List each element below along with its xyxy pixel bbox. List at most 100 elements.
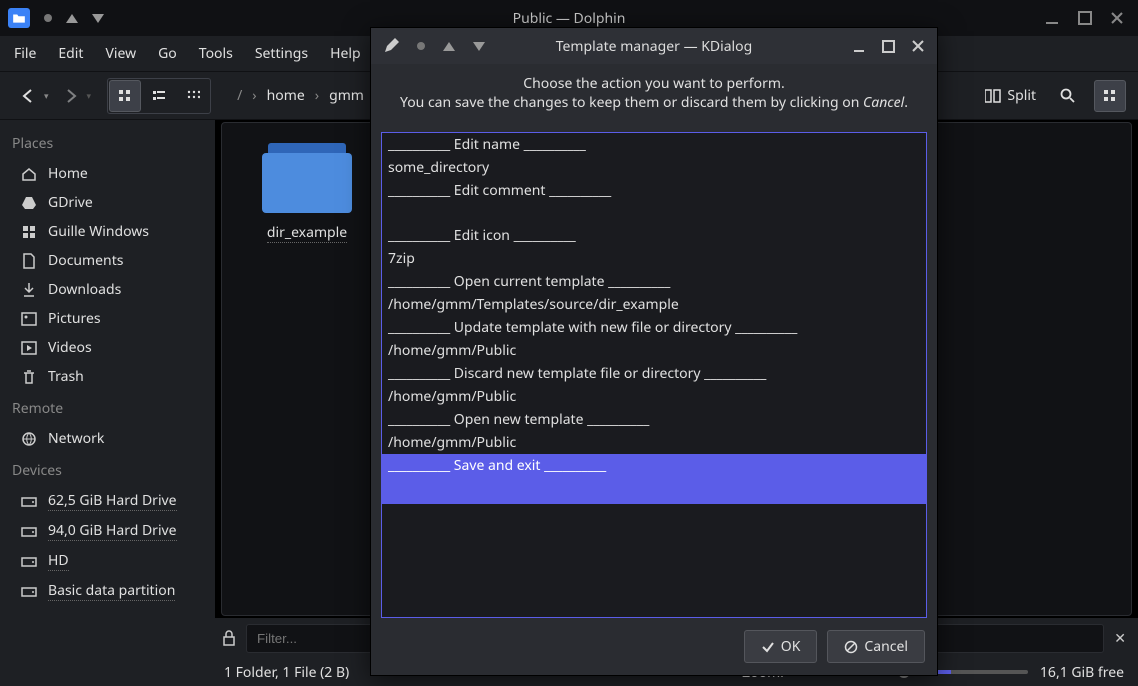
cancel-icon [844,640,858,654]
chevron-right-icon: › [315,86,319,105]
dialog-line1: Choose the action you want to perform. [383,74,925,93]
view-icons-button[interactable] [109,80,141,112]
sidebar-item-windows[interactable]: Guille Windows [0,217,215,246]
drive-icon [20,584,38,598]
list-item[interactable]: /home/gmm/Public [382,431,926,454]
filter-close-button[interactable]: ✕ [1114,629,1126,648]
forward-button[interactable] [55,80,87,112]
sidebar-item-videos[interactable]: Videos [0,333,215,362]
free-space: 16,1 GiB free [1040,663,1124,682]
dialog-buttons: OK Cancel [371,624,937,675]
dialog-close-icon[interactable] [911,39,925,53]
dialog-dot-icon[interactable] [417,42,425,50]
titlebar-down-icon[interactable] [92,14,104,23]
documents-icon [20,253,38,269]
dialog-title: Template manager — KDialog [556,37,753,56]
crumb-user[interactable]: gmm [329,86,364,105]
dialog-body: Choose the action you want to perform. Y… [371,64,937,122]
menu-view[interactable]: View [105,44,136,63]
dialog-up-icon[interactable] [443,42,455,51]
sidebar-item-drive2[interactable]: 94,0 GiB Hard Drive [0,516,215,546]
sidebar-item-downloads[interactable]: Downloads [0,275,215,304]
list-item[interactable]: /home/gmm/Public [382,339,926,362]
window-title: Public — Dolphin [513,9,626,28]
list-item[interactable] [382,202,926,224]
pictures-icon [20,312,38,326]
dialog-line2: You can save the changes to keep them or… [383,93,925,112]
split-label: Split [1007,86,1036,105]
menu-tools[interactable]: Tools [199,44,233,63]
drive-icon [20,554,38,568]
drive-icon [20,494,38,508]
search-button[interactable] [1052,80,1084,112]
dialog-list[interactable]: __________ Edit name __________ some_dir… [381,132,927,618]
sidebar-item-pictures[interactable]: Pictures [0,304,215,333]
cancel-button[interactable]: Cancel [827,630,925,663]
downloads-icon [20,282,38,298]
list-item[interactable]: __________ Update template with new file… [382,316,926,339]
list-item[interactable]: __________ Edit icon __________ [382,224,926,247]
folder-icon [262,143,352,213]
gdrive-icon [20,195,38,211]
folder-label: dir_example [267,223,347,243]
dialog-minimize-icon[interactable] [852,39,866,53]
menu-settings[interactable]: Settings [255,44,308,63]
list-item[interactable]: __________ Edit name __________ [382,133,926,156]
network-icon [20,431,38,447]
sidebar-item-hd[interactable]: HD [0,546,215,576]
list-item[interactable]: __________ Discard new template file or … [382,362,926,385]
template-manager-dialog: Template manager — KDialog Choose the ac… [370,27,938,676]
list-item[interactable]: some_directory [382,156,926,179]
folder-tile[interactable]: dir_example [242,143,372,243]
menu-edit[interactable]: Edit [58,44,83,63]
sidebar-item-documents[interactable]: Documents [0,246,215,275]
remote-header: Remote [0,391,215,424]
menu-file[interactable]: File [14,44,36,63]
dialog-titlebar: Template manager — KDialog [371,28,937,64]
home-icon [20,166,38,182]
list-item[interactable]: 7zip [382,247,926,270]
toggle-panel-button[interactable] [1094,80,1126,112]
sidebar-item-trash[interactable]: Trash [0,362,215,391]
chevron-right-icon: › [252,86,256,105]
crumb-root[interactable]: / [237,86,242,105]
pencil-icon[interactable] [383,38,399,54]
drive-icon [20,524,38,538]
menu-help[interactable]: Help [330,44,361,63]
maximize-icon[interactable] [1078,11,1092,25]
list-item[interactable]: __________ Edit comment __________ [382,179,926,202]
dialog-down-icon[interactable] [473,42,485,51]
list-item[interactable]: __________ Open new template __________ [382,408,926,431]
sidebar-item-gdrive[interactable]: GDrive [0,188,215,217]
trash-icon [20,369,38,385]
titlebar-dot-icon[interactable] [44,14,52,22]
devices-header: Devices [0,453,215,486]
app-logo-icon [8,8,30,28]
check-icon [761,640,775,654]
view-details-button[interactable] [177,80,209,112]
videos-icon [20,341,38,355]
titlebar-up-icon[interactable] [66,14,78,23]
minimize-icon[interactable] [1044,10,1060,26]
split-button[interactable]: Split [979,80,1042,112]
sidebar-item-basic[interactable]: Basic data partition [0,576,215,606]
back-button[interactable] [12,80,44,112]
list-item[interactable]: /home/gmm/Templates/source/dir_example [382,293,926,316]
status-info: 1 Folder, 1 File (2 B) [224,663,349,682]
list-item[interactable]: /home/gmm/Public [382,385,926,408]
ok-button[interactable]: OK [744,630,818,663]
close-icon[interactable] [1110,11,1124,25]
lock-icon[interactable] [222,630,236,646]
sidebar-item-network[interactable]: Network [0,424,215,453]
dialog-maximize-icon[interactable] [882,40,895,53]
list-item-selected[interactable]: __________ Save and exit __________ [382,454,926,504]
crumb-home[interactable]: home [267,86,305,105]
list-item[interactable]: __________ Open current template _______… [382,270,926,293]
windows-icon [20,225,38,239]
places-header: Places [0,126,215,159]
sidebar-item-drive1[interactable]: 62,5 GiB Hard Drive [0,486,215,516]
view-compact-button[interactable] [143,80,175,112]
menu-go[interactable]: Go [158,44,177,63]
sidebar: Places Home GDrive Guille Windows Docume… [0,120,215,618]
sidebar-item-home[interactable]: Home [0,159,215,188]
